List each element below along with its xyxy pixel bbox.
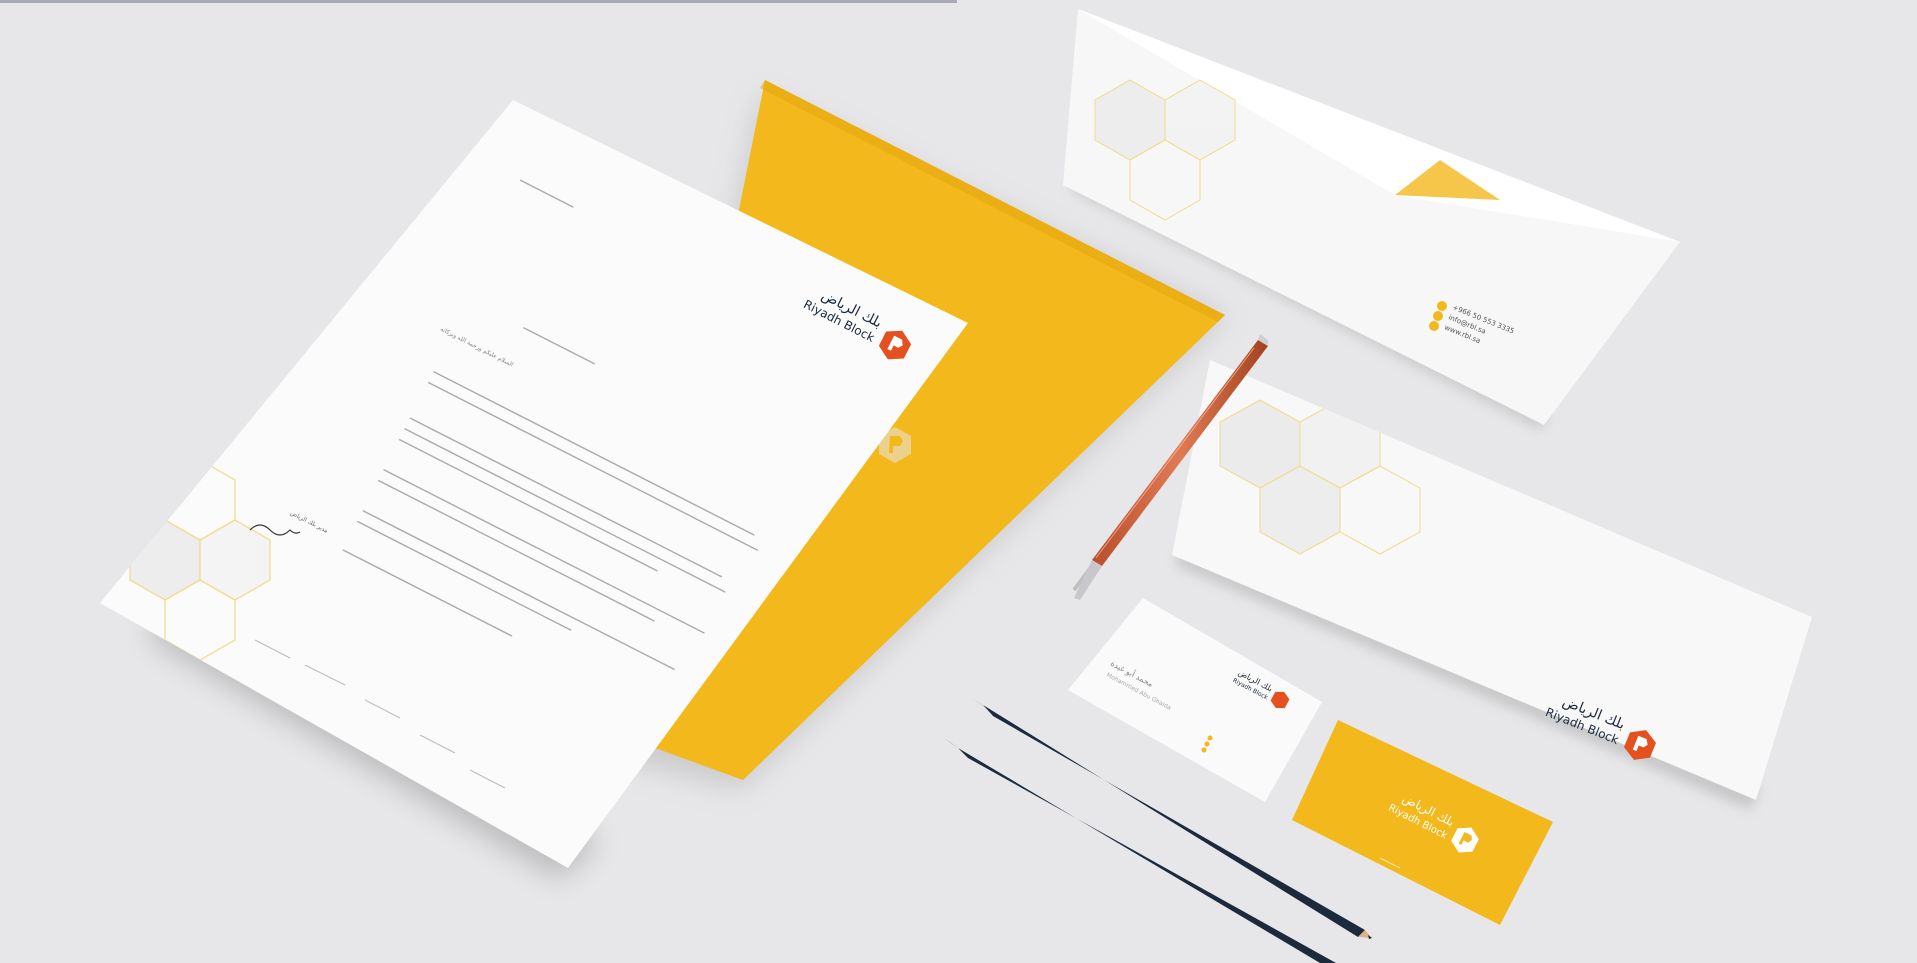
web-icon [1429,321,1439,331]
phone-icon [1437,301,1447,311]
stationery-mockup-scene: بلك الرياض Riyadh Block السلام عليكم ورح… [0,0,1917,963]
stationery-illustration: بلك الرياض Riyadh Block السلام عليكم ورح… [100,9,1812,963]
email-icon [1433,311,1443,321]
